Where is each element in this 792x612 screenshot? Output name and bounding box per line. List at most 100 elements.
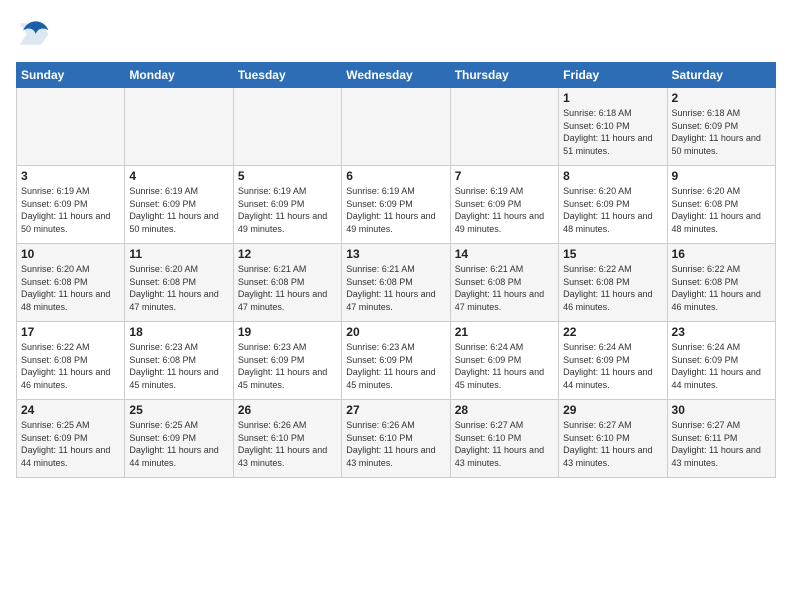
week-row-5: 24 Sunrise: 6:25 AM Sunset: 6:09 PM Dayli… — [17, 400, 776, 478]
day-number: 4 — [129, 169, 228, 183]
day-info: Sunrise: 6:22 AM Sunset: 6:08 PM Dayligh… — [21, 341, 120, 391]
day-cell — [17, 88, 125, 166]
day-info: Sunrise: 6:19 AM Sunset: 6:09 PM Dayligh… — [238, 185, 337, 235]
day-number: 3 — [21, 169, 120, 183]
day-number: 13 — [346, 247, 445, 261]
week-row-1: 1Sunrise: 6:18 AM Sunset: 6:10 PM Daylig… — [17, 88, 776, 166]
day-info: Sunrise: 6:24 AM Sunset: 6:09 PM Dayligh… — [455, 341, 554, 391]
day-number: 1 — [563, 91, 662, 105]
day-number: 14 — [455, 247, 554, 261]
day-info: Sunrise: 6:22 AM Sunset: 6:08 PM Dayligh… — [672, 263, 771, 313]
week-row-2: 3 Sunrise: 6:19 AM Sunset: 6:09 PM Daylig… — [17, 166, 776, 244]
day-info: Sunrise: 6:19 AM Sunset: 6:09 PM Dayligh… — [346, 185, 445, 235]
week-row-3: 10 Sunrise: 6:20 AM Sunset: 6:08 PM Dayli… — [17, 244, 776, 322]
day-number: 16 — [672, 247, 771, 261]
calendar-header: SundayMondayTuesdayWednesdayThursdayFrid… — [17, 63, 776, 88]
day-cell — [450, 88, 558, 166]
header-cell-tuesday: Tuesday — [233, 63, 341, 88]
day-number: 5 — [238, 169, 337, 183]
day-number: 21 — [455, 325, 554, 339]
day-info: Sunrise: 6:21 AM Sunset: 6:08 PM Dayligh… — [238, 263, 337, 313]
day-cell: 3 Sunrise: 6:19 AM Sunset: 6:09 PM Daylig… — [17, 166, 125, 244]
day-cell: 29 Sunrise: 6:27 AM Sunset: 6:10 PM Dayli… — [559, 400, 667, 478]
day-cell: 20Sunrise: 6:23 AM Sunset: 6:09 PM Dayli… — [342, 322, 450, 400]
day-number: 15 — [563, 247, 662, 261]
day-cell: 28Sunrise: 6:27 AM Sunset: 6:10 PM Dayli… — [450, 400, 558, 478]
day-cell — [125, 88, 233, 166]
page: SundayMondayTuesdayWednesdayThursdayFrid… — [0, 0, 792, 486]
day-cell: 2 Sunrise: 6:18 AM Sunset: 6:09 PM Daylig… — [667, 88, 775, 166]
day-info: Sunrise: 6:24 AM Sunset: 6:09 PM Dayligh… — [563, 341, 662, 391]
day-cell: 1Sunrise: 6:18 AM Sunset: 6:10 PM Daylig… — [559, 88, 667, 166]
day-number: 11 — [129, 247, 228, 261]
day-number: 12 — [238, 247, 337, 261]
day-cell: 27 Sunrise: 6:26 AM Sunset: 6:10 PM Dayli… — [342, 400, 450, 478]
day-info: Sunrise: 6:26 AM Sunset: 6:10 PM Dayligh… — [346, 419, 445, 469]
day-cell: 15 Sunrise: 6:22 AM Sunset: 6:08 PM Dayli… — [559, 244, 667, 322]
day-cell: 18Sunrise: 6:23 AM Sunset: 6:08 PM Dayli… — [125, 322, 233, 400]
day-number: 26 — [238, 403, 337, 417]
day-cell: 17 Sunrise: 6:22 AM Sunset: 6:08 PM Dayli… — [17, 322, 125, 400]
day-cell — [342, 88, 450, 166]
day-cell: 13 Sunrise: 6:21 AM Sunset: 6:08 PM Dayli… — [342, 244, 450, 322]
day-cell: 6Sunrise: 6:19 AM Sunset: 6:09 PM Daylig… — [342, 166, 450, 244]
day-info: Sunrise: 6:27 AM Sunset: 6:10 PM Dayligh… — [455, 419, 554, 469]
day-info: Sunrise: 6:18 AM Sunset: 6:09 PM Dayligh… — [672, 107, 771, 157]
day-number: 22 — [563, 325, 662, 339]
day-number: 20 — [346, 325, 445, 339]
day-info: Sunrise: 6:27 AM Sunset: 6:11 PM Dayligh… — [672, 419, 771, 469]
day-cell: 24 Sunrise: 6:25 AM Sunset: 6:09 PM Dayli… — [17, 400, 125, 478]
day-number: 2 — [672, 91, 771, 105]
day-info: Sunrise: 6:19 AM Sunset: 6:09 PM Dayligh… — [455, 185, 554, 235]
day-number: 30 — [672, 403, 771, 417]
day-info: Sunrise: 6:24 AM Sunset: 6:09 PM Dayligh… — [672, 341, 771, 391]
day-cell: 7 Sunrise: 6:19 AM Sunset: 6:09 PM Daylig… — [450, 166, 558, 244]
header-cell-monday: Monday — [125, 63, 233, 88]
day-info: Sunrise: 6:27 AM Sunset: 6:10 PM Dayligh… — [563, 419, 662, 469]
day-cell: 14Sunrise: 6:21 AM Sunset: 6:08 PM Dayli… — [450, 244, 558, 322]
header-cell-saturday: Saturday — [667, 63, 775, 88]
day-info: Sunrise: 6:22 AM Sunset: 6:08 PM Dayligh… — [563, 263, 662, 313]
day-cell: 12 Sunrise: 6:21 AM Sunset: 6:08 PM Dayli… — [233, 244, 341, 322]
day-info: Sunrise: 6:20 AM Sunset: 6:08 PM Dayligh… — [672, 185, 771, 235]
day-cell: 22 Sunrise: 6:24 AM Sunset: 6:09 PM Dayli… — [559, 322, 667, 400]
day-cell: 11 Sunrise: 6:20 AM Sunset: 6:08 PM Dayli… — [125, 244, 233, 322]
header-cell-thursday: Thursday — [450, 63, 558, 88]
header-cell-friday: Friday — [559, 63, 667, 88]
day-number: 8 — [563, 169, 662, 183]
day-info: Sunrise: 6:20 AM Sunset: 6:09 PM Dayligh… — [563, 185, 662, 235]
day-number: 10 — [21, 247, 120, 261]
day-info: Sunrise: 6:26 AM Sunset: 6:10 PM Dayligh… — [238, 419, 337, 469]
day-info: Sunrise: 6:25 AM Sunset: 6:09 PM Dayligh… — [129, 419, 228, 469]
day-cell: 5 Sunrise: 6:19 AM Sunset: 6:09 PM Daylig… — [233, 166, 341, 244]
calendar-body: 1Sunrise: 6:18 AM Sunset: 6:10 PM Daylig… — [17, 88, 776, 478]
day-cell: 25Sunrise: 6:25 AM Sunset: 6:09 PM Dayli… — [125, 400, 233, 478]
calendar-table: SundayMondayTuesdayWednesdayThursdayFrid… — [16, 62, 776, 478]
header-cell-sunday: Sunday — [17, 63, 125, 88]
day-cell: 4Sunrise: 6:19 AM Sunset: 6:09 PM Daylig… — [125, 166, 233, 244]
logo-icon — [16, 16, 52, 52]
day-number: 9 — [672, 169, 771, 183]
day-info: Sunrise: 6:23 AM Sunset: 6:08 PM Dayligh… — [129, 341, 228, 391]
day-number: 7 — [455, 169, 554, 183]
day-info: Sunrise: 6:19 AM Sunset: 6:09 PM Dayligh… — [21, 185, 120, 235]
day-info: Sunrise: 6:20 AM Sunset: 6:08 PM Dayligh… — [129, 263, 228, 313]
day-info: Sunrise: 6:25 AM Sunset: 6:09 PM Dayligh… — [21, 419, 120, 469]
day-cell: 23Sunrise: 6:24 AM Sunset: 6:09 PM Dayli… — [667, 322, 775, 400]
day-cell: 10Sunrise: 6:20 AM Sunset: 6:08 PM Dayli… — [17, 244, 125, 322]
day-cell: 26 Sunrise: 6:26 AM Sunset: 6:10 PM Dayli… — [233, 400, 341, 478]
day-info: Sunrise: 6:23 AM Sunset: 6:09 PM Dayligh… — [238, 341, 337, 391]
day-cell: 8 Sunrise: 6:20 AM Sunset: 6:09 PM Daylig… — [559, 166, 667, 244]
day-number: 17 — [21, 325, 120, 339]
day-number: 24 — [21, 403, 120, 417]
day-cell: 19Sunrise: 6:23 AM Sunset: 6:09 PM Dayli… — [233, 322, 341, 400]
day-cell — [233, 88, 341, 166]
day-cell: 21 Sunrise: 6:24 AM Sunset: 6:09 PM Dayli… — [450, 322, 558, 400]
header-cell-wednesday: Wednesday — [342, 63, 450, 88]
logo — [16, 16, 58, 52]
week-row-4: 17 Sunrise: 6:22 AM Sunset: 6:08 PM Dayli… — [17, 322, 776, 400]
day-number: 27 — [346, 403, 445, 417]
day-info: Sunrise: 6:21 AM Sunset: 6:08 PM Dayligh… — [346, 263, 445, 313]
day-number: 29 — [563, 403, 662, 417]
header-row: SundayMondayTuesdayWednesdayThursdayFrid… — [17, 63, 776, 88]
